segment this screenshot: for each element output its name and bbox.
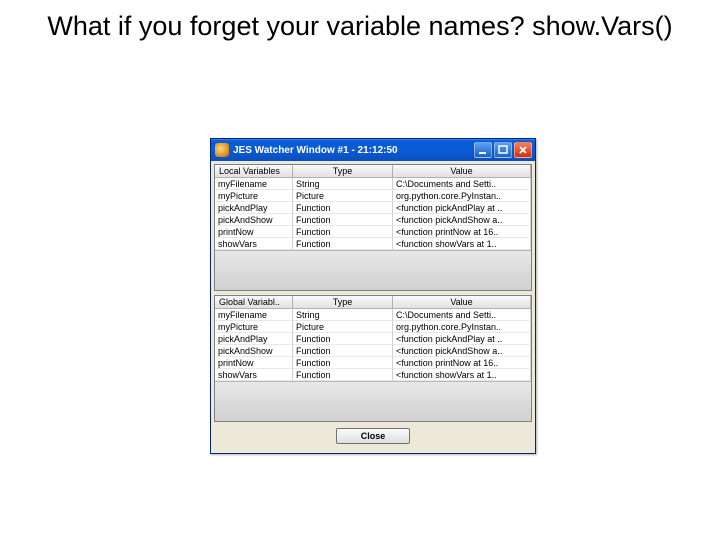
table-row[interactable]: showVarsFunction<function showVars at 1.… [215,238,531,250]
window-title: JES Watcher Window #1 - 21:12:50 [233,145,474,156]
global-type-cell: Function [293,357,393,369]
local-type-cell: Function [293,238,393,250]
table-row[interactable]: myFilenameStringC:\Documents and Setti.. [215,178,531,190]
local-type-cell: Function [293,202,393,214]
global-type-cell: Function [293,333,393,345]
global-type-cell: Function [293,369,393,381]
global-name-cell: pickAndPlay [215,333,293,345]
client-area: Local Variables Type Value myFilenameStr… [211,161,535,453]
local-vars-table[interactable]: Local Variables Type Value myFilenameStr… [214,164,532,291]
close-button[interactable]: Close [336,428,411,444]
table-row[interactable]: myFilenameStringC:\Documents and Setti.. [215,309,531,321]
local-type-cell: Function [293,214,393,226]
table-row[interactable]: myPicturePictureorg.python.core.PyInstan… [215,190,531,202]
col-global-type[interactable]: Type [293,296,393,309]
local-type-cell: String [293,178,393,190]
global-filler [215,381,531,421]
col-local-type[interactable]: Type [293,165,393,178]
maximize-button[interactable] [494,142,512,158]
local-filler [215,250,531,290]
table-row[interactable]: myPicturePictureorg.python.core.PyInstan… [215,321,531,333]
local-type-cell: Picture [293,190,393,202]
local-value-cell: <function pickAndShow a.. [393,214,531,226]
global-name-cell: myPicture [215,321,293,333]
local-value-cell: C:\Documents and Setti.. [393,178,531,190]
local-vars-header[interactable]: Local Variables Type Value [215,165,531,178]
local-name-cell: showVars [215,238,293,250]
col-local-value[interactable]: Value [393,165,531,178]
col-local-name[interactable]: Local Variables [215,165,293,178]
table-row[interactable]: pickAndShowFunction<function pickAndShow… [215,214,531,226]
global-type-cell: Picture [293,321,393,333]
app-icon [215,143,229,157]
global-vars-header[interactable]: Global Variabl.. Type Value [215,296,531,309]
table-row[interactable]: pickAndPlayFunction<function pickAndPlay… [215,333,531,345]
global-type-cell: String [293,309,393,321]
global-name-cell: printNow [215,357,293,369]
table-row[interactable]: printNowFunction<function printNow at 16… [215,357,531,369]
local-value-cell: <function showVars at 1.. [393,238,531,250]
local-name-cell: myPicture [215,190,293,202]
local-value-cell: <function printNow at 16.. [393,226,531,238]
global-type-cell: Function [293,345,393,357]
local-type-cell: Function [293,226,393,238]
table-row[interactable]: pickAndPlayFunction<function pickAndPlay… [215,202,531,214]
minimize-button[interactable] [474,142,492,158]
col-global-value[interactable]: Value [393,296,531,309]
local-value-cell: org.python.core.PyInstan.. [393,190,531,202]
local-value-cell: <function pickAndPlay at .. [393,202,531,214]
table-row[interactable]: pickAndShowFunction<function pickAndShow… [215,345,531,357]
global-vars-table[interactable]: Global Variabl.. Type Value myFilenameSt… [214,295,532,422]
col-global-name[interactable]: Global Variabl.. [215,296,293,309]
slide-title: What if you forget your variable names? … [40,10,680,44]
global-value-cell: <function pickAndPlay at .. [393,333,531,345]
local-name-cell: printNow [215,226,293,238]
global-value-cell: C:\Documents and Setti.. [393,309,531,321]
watcher-window: JES Watcher Window #1 - 21:12:50 Local V… [210,138,536,454]
global-value-cell: <function showVars at 1.. [393,369,531,381]
global-value-cell: <function pickAndShow a.. [393,345,531,357]
global-name-cell: showVars [215,369,293,381]
table-row[interactable]: printNowFunction<function printNow at 16… [215,226,531,238]
global-value-cell: <function printNow at 16.. [393,357,531,369]
global-name-cell: pickAndShow [215,345,293,357]
close-window-button[interactable] [514,142,532,158]
table-row[interactable]: showVarsFunction<function showVars at 1.… [215,369,531,381]
local-name-cell: myFilename [215,178,293,190]
local-name-cell: pickAndShow [215,214,293,226]
global-name-cell: myFilename [215,309,293,321]
titlebar[interactable]: JES Watcher Window #1 - 21:12:50 [211,139,535,161]
global-value-cell: org.python.core.PyInstan.. [393,321,531,333]
local-name-cell: pickAndPlay [215,202,293,214]
